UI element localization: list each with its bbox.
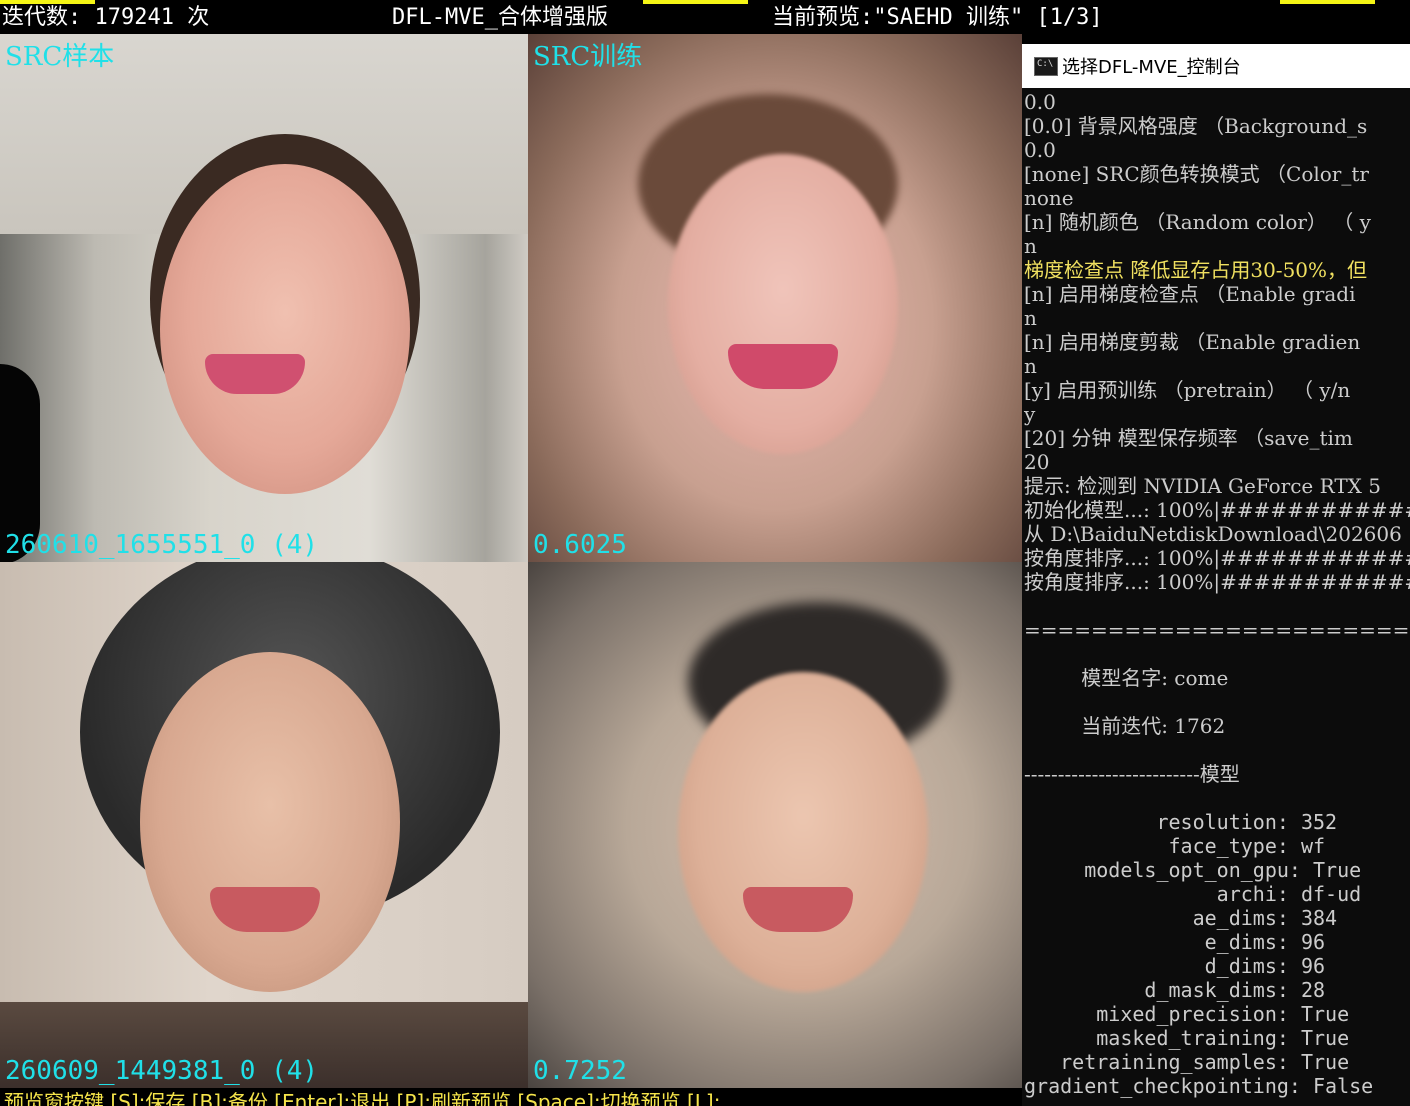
console-titlebar[interactable]: C:\ 选择DFL-MVE_控制台	[1022, 44, 1410, 88]
console-line: mixed_precision: True	[1024, 1002, 1350, 1026]
console-line: 提示: 检测到 NVIDIA GeForce RTX 5	[1024, 474, 1381, 498]
key-hint-bar: 预览窗按键 [S]:保存 [B]:备份 [Enter]:退出 [P]:刷新预览 …	[0, 1088, 1022, 1106]
dst-sample-panel: 260609_1449381_0 (4)	[0, 562, 528, 1088]
console-line: 0.0	[1024, 138, 1056, 162]
console-line: 梯度检查点 降低显存占用30-50%，但	[1024, 258, 1368, 282]
console-line: retraining_samples: True	[1024, 1050, 1350, 1074]
highlight-strip	[1280, 0, 1375, 4]
console-line: n	[1024, 234, 1037, 258]
console-line: 从 D:\BaiduNetdiskDownload\202606	[1024, 522, 1402, 546]
console-line: d_mask_dims: 28	[1024, 978, 1326, 1002]
face-image	[140, 652, 400, 992]
key-hints: 预览窗按键 [S]:保存 [B]:备份 [Enter]:退出 [P]:刷新预览 …	[4, 1090, 721, 1106]
console-line: models_opt_on_gpu: True	[1024, 858, 1362, 882]
src-sample-panel: SRC样本 260610_1655551_0 (4)	[0, 34, 528, 562]
cmd-icon: C:\	[1034, 57, 1058, 76]
console-line: masked_training: True	[1024, 1026, 1350, 1050]
console-line: 0.0	[1024, 90, 1056, 114]
top-status-bar: 迭代数: 179241 次 DFL-MVE_合体增强版 当前预览:"SAEHD …	[0, 0, 1410, 34]
console-line: ae_dims: 384	[1024, 906, 1338, 930]
console-line: [none] SRC颜色转换模式 （Color_tr	[1024, 162, 1369, 186]
iteration-count: 迭代数: 179241 次	[2, 5, 210, 30]
preview-indicator: 当前预览:"SAEHD 训练" [1/3]	[772, 5, 1103, 30]
loss-value: 0.6025	[533, 530, 627, 560]
console-line: y	[1024, 402, 1036, 426]
console-line: [n] 随机颜色 （Random color） （ y	[1024, 210, 1371, 234]
console-line: 初始化模型...: 100%|##############	[1024, 498, 1410, 522]
face-image	[160, 164, 410, 494]
console-line: ==============================模	[1024, 618, 1410, 642]
console-line: gradient_checkpointing: False	[1024, 1074, 1374, 1098]
panel-label: SRC训练	[533, 42, 643, 72]
console-line: n	[1024, 354, 1037, 378]
panel-label: SRC样本	[5, 42, 115, 72]
sample-filename: 260609_1449381_0 (4)	[5, 1056, 319, 1086]
dst-train-panel: 0.7252	[528, 562, 1022, 1088]
mouth-shape	[210, 887, 320, 932]
console-window[interactable]: C:\ 选择DFL-MVE_控制台 0.0 [0.0] 背景风格强度 （Backg…	[1022, 44, 1410, 1106]
console-line: [0.0] 背景风格强度 （Background_s	[1024, 114, 1368, 138]
console-line: resolution: 352	[1024, 810, 1338, 834]
console-line: d_dims: 96	[1024, 954, 1326, 978]
console-output[interactable]: 0.0 [0.0] 背景风格强度 （Background_s 0.0 [none] S…	[1024, 90, 1410, 1098]
console-line: --------------------------模型	[1024, 762, 1240, 786]
console-line: 20	[1024, 450, 1050, 474]
console-line: 按角度排序...: 100%|##############	[1024, 570, 1410, 594]
highlight-strip	[643, 0, 748, 4]
mouth-shape	[728, 344, 838, 389]
face-image	[678, 672, 928, 992]
console-line: n	[1024, 306, 1037, 330]
mouth-shape	[743, 887, 853, 932]
console-line: archi: df-ud	[1024, 882, 1362, 906]
console-line: face_type: wf	[1024, 834, 1326, 858]
mouth-shape	[205, 354, 305, 394]
src-train-panel: SRC训练 0.6025	[528, 34, 1022, 562]
console-line: 当前迭代: 1762	[1024, 714, 1226, 738]
sample-filename: 260610_1655551_0 (4)	[5, 530, 319, 560]
console-line: 按角度排序...: 100%|##############	[1024, 546, 1410, 570]
cmd-icon-glyph: C:\	[1037, 59, 1054, 69]
console-title: 选择DFL-MVE_控制台	[1062, 57, 1241, 78]
loss-value: 0.7252	[533, 1056, 627, 1086]
console-line: 模型名字: come	[1024, 666, 1229, 690]
console-line: [n] 启用梯度检查点 （Enable gradi	[1024, 282, 1356, 306]
console-line: [20] 分钟 模型保存频率 （save_tim	[1024, 426, 1353, 450]
console-line: e_dims: 96	[1024, 930, 1326, 954]
console-line: [y] 启用预训练 （pretrain） （ y/n	[1024, 378, 1351, 402]
app-title: DFL-MVE_合体增强版	[392, 5, 608, 30]
console-line: none	[1024, 186, 1074, 210]
face-image	[668, 154, 898, 454]
console-line: [n] 启用梯度剪裁 （Enable gradien	[1024, 330, 1361, 354]
